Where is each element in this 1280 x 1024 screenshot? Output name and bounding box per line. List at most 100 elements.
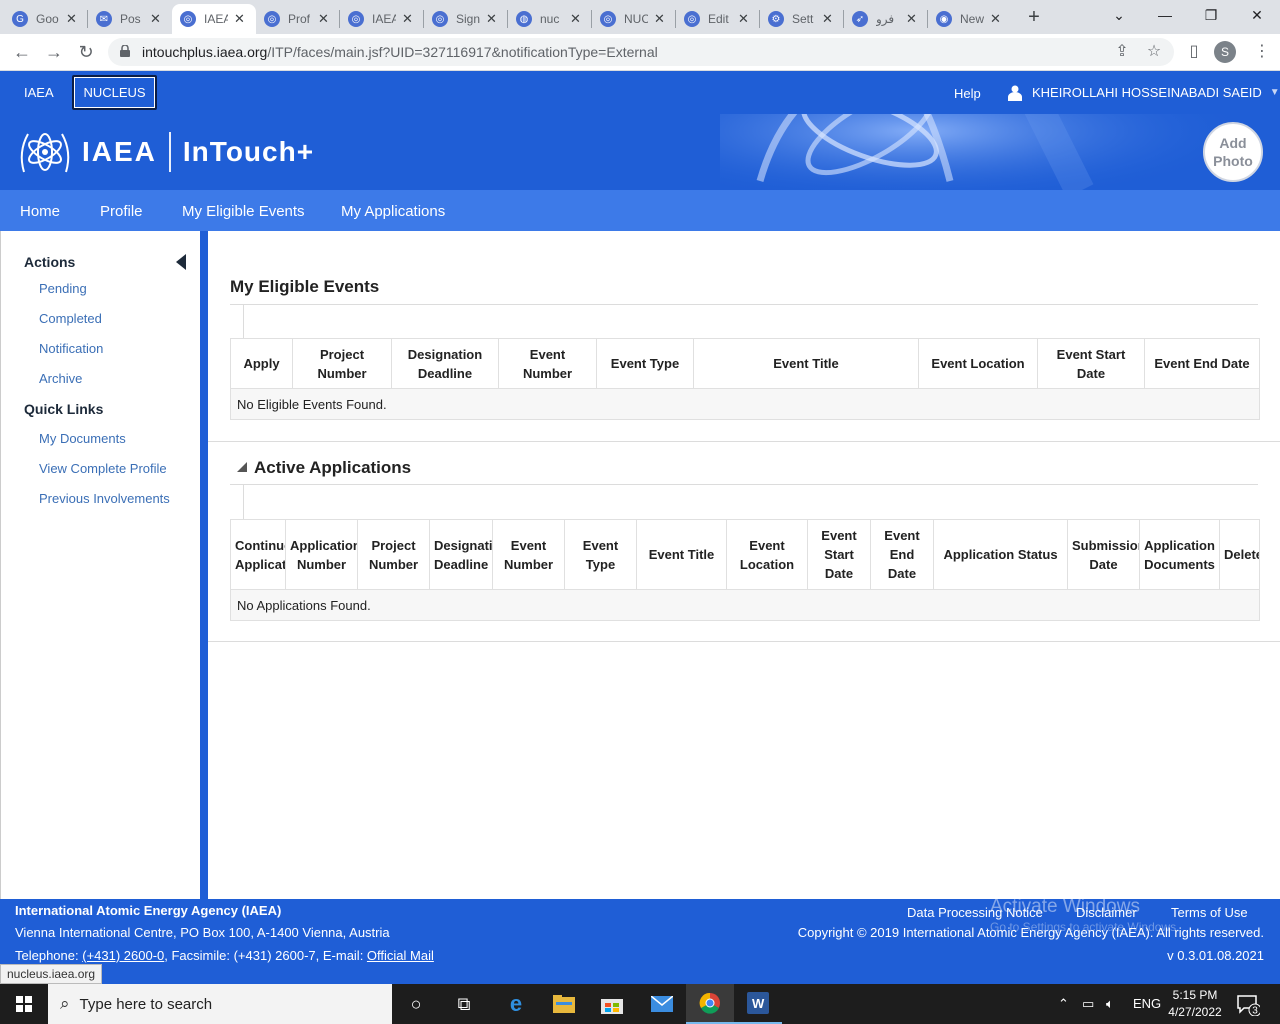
column-header[interactable]: Event Location	[726, 519, 808, 590]
mail-app-icon[interactable]	[638, 984, 686, 1024]
collapse-section-icon[interactable]	[237, 462, 247, 472]
iaea-logo[interactable]: IAEA InTouch+	[16, 126, 314, 178]
close-tab-icon[interactable]: ✕	[822, 11, 833, 27]
column-header[interactable]: Event End Date	[870, 519, 934, 590]
column-header[interactable]: Application Number	[285, 519, 358, 590]
browser-tab[interactable]: ➶ فرو ✕	[844, 4, 928, 34]
taskbar-search-box[interactable]: ⌕ Type here to search	[48, 984, 392, 1024]
column-header[interactable]: Submission Date	[1067, 519, 1140, 590]
nav-my-eligible-events[interactable]: My Eligible Events	[182, 190, 305, 231]
restore-icon[interactable]: ❐	[1188, 0, 1234, 30]
iaea-link[interactable]: IAEA	[24, 71, 54, 114]
close-tab-icon[interactable]: ✕	[402, 11, 413, 27]
close-tab-icon[interactable]: ✕	[150, 11, 161, 27]
cortana-icon[interactable]: ○	[392, 984, 440, 1024]
column-header[interactable]: Continue Application	[230, 519, 286, 590]
browser-tab[interactable]: ◍ nuc ✕	[508, 4, 592, 34]
menu-kebab-icon[interactable]: ⋮	[1252, 42, 1272, 62]
url-text[interactable]: intouchplus.iaea.org/ITP/faces/main.jsf?…	[142, 38, 658, 66]
browser-tab[interactable]: ⚙ Sett ✕	[760, 4, 844, 34]
column-header[interactable]: Designation Deadline	[391, 338, 499, 389]
windows-start-icon[interactable]	[0, 984, 48, 1024]
tab-search-icon[interactable]: ⌄	[1096, 0, 1142, 30]
browser-tab[interactable]: ◎ IAEA ✕	[340, 4, 424, 34]
address-bar[interactable]: intouchplus.iaea.org/ITP/faces/main.jsf?…	[108, 38, 1174, 66]
bookmark-star-icon[interactable]: ☆	[1144, 42, 1164, 62]
nav-home[interactable]: Home	[20, 190, 60, 231]
sidebar-item-pending[interactable]: Pending	[39, 281, 87, 296]
column-header[interactable]: Event Start Date	[807, 519, 871, 590]
sidebar-item-completed[interactable]: Completed	[39, 311, 102, 326]
browser-tab[interactable]: ◎ Prof ✕	[256, 4, 340, 34]
browser-tab[interactable]: ◎ Edit ✕	[676, 4, 760, 34]
column-header[interactable]: Event Title	[693, 338, 919, 389]
close-tab-icon[interactable]: ✕	[318, 11, 329, 27]
collapse-sidebar-icon[interactable]	[176, 254, 186, 270]
language-indicator[interactable]: ENG	[1133, 984, 1161, 1024]
close-tab-icon[interactable]: ✕	[486, 11, 497, 27]
word-taskbar-icon[interactable]: W	[734, 984, 782, 1024]
close-tab-icon[interactable]: ✕	[570, 11, 581, 27]
notification-center-icon[interactable]: 3	[1236, 992, 1262, 1017]
close-tab-icon[interactable]: ✕	[66, 11, 77, 27]
new-tab-button[interactable]: +	[1022, 4, 1046, 30]
edge-icon[interactable]: e	[492, 984, 540, 1024]
browser-tab[interactable]: ✉ Pos ✕	[88, 4, 172, 34]
share-icon[interactable]: ⇪	[1112, 42, 1132, 62]
close-tab-icon[interactable]: ✕	[906, 11, 917, 27]
add-photo-button[interactable]: Add Photo	[1203, 122, 1263, 182]
column-header[interactable]: Event Number	[498, 338, 597, 389]
column-header[interactable]: Delete	[1219, 519, 1260, 590]
sidebar-item-previous-involvements[interactable]: Previous Involvements	[39, 491, 170, 506]
taskbar-clock[interactable]: 5:15 PM 4/27/2022	[1160, 987, 1230, 1021]
sidebar-item-notification[interactable]: Notification	[39, 341, 103, 356]
side-panel-icon[interactable]: ▯	[1184, 42, 1204, 62]
sidebar-item-my-documents[interactable]: My Documents	[39, 431, 126, 446]
column-header[interactable]: Designation Deadline	[429, 519, 493, 590]
footer-telephone-link[interactable]: (+431) 2600-0	[82, 948, 164, 963]
browser-tab[interactable]: ◎ Sign ✕	[424, 4, 508, 34]
forward-icon[interactable]: →	[42, 40, 66, 64]
back-icon[interactable]: ←	[10, 40, 34, 64]
active-applications-title[interactable]: Active Applications	[254, 458, 411, 478]
footer-link-terms-of-use[interactable]: Terms of Use	[1171, 905, 1248, 920]
close-tab-icon[interactable]: ✕	[738, 11, 749, 27]
close-tab-icon[interactable]: ✕	[990, 11, 1001, 27]
sidebar-item-view-complete-profile[interactable]: View Complete Profile	[39, 461, 167, 476]
reload-icon[interactable]: ↻	[74, 40, 98, 64]
nav-profile[interactable]: Profile	[100, 190, 143, 231]
column-header[interactable]: Event Type	[564, 519, 637, 590]
close-tab-icon[interactable]: ✕	[234, 11, 245, 27]
nav-my-applications[interactable]: My Applications	[341, 190, 445, 231]
nucleus-button[interactable]: NUCLEUS	[72, 75, 157, 110]
profile-avatar[interactable]: S	[1214, 41, 1236, 63]
help-link[interactable]: Help	[954, 71, 981, 117]
footer-official-mail-link[interactable]: Official Mail	[367, 948, 434, 963]
column-header[interactable]: Apply	[230, 338, 293, 389]
close-tab-icon[interactable]: ✕	[654, 11, 665, 27]
lock-icon[interactable]	[120, 45, 130, 57]
chrome-taskbar-icon[interactable]	[686, 984, 734, 1024]
user-menu[interactable]: KHEIROLLAHI HOSSEINABADI SAEID ▼	[1008, 71, 1280, 114]
column-header[interactable]: Event End Date	[1144, 338, 1260, 389]
volume-icon[interactable]: 🔈︎	[1106, 984, 1114, 1024]
task-view-icon[interactable]: ⧉	[440, 984, 488, 1024]
file-explorer-icon[interactable]	[540, 984, 588, 1024]
minimize-icon[interactable]: —	[1142, 0, 1188, 30]
column-header[interactable]: Application Documents	[1139, 519, 1220, 590]
close-window-icon[interactable]: ✕	[1234, 0, 1280, 30]
sidebar-item-archive[interactable]: Archive	[39, 371, 82, 386]
column-header[interactable]: Application Status	[933, 519, 1068, 590]
column-header[interactable]: Event Type	[596, 338, 694, 389]
column-header[interactable]: Event Start Date	[1037, 338, 1145, 389]
browser-tab[interactable]: ◉ New ✕	[928, 4, 1012, 34]
store-icon[interactable]	[588, 984, 636, 1024]
browser-tab[interactable]: G Goo ✕	[4, 4, 88, 34]
column-header[interactable]: Event Number	[492, 519, 565, 590]
browser-tab[interactable]: ◎ IAEA ✕	[172, 4, 256, 34]
browser-tab[interactable]: ◎ NUC ✕	[592, 4, 676, 34]
tray-overflow-icon[interactable]: ⌃	[1058, 984, 1069, 1024]
column-header[interactable]: Event Location	[918, 338, 1038, 389]
column-header[interactable]: Project Number	[357, 519, 430, 590]
network-icon[interactable]: ▭	[1082, 984, 1094, 1024]
